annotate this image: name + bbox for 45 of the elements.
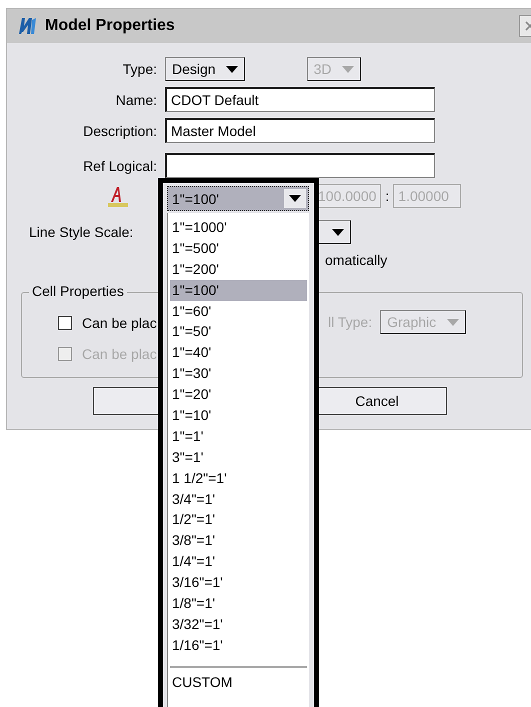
- list-item[interactable]: 1"=500': [170, 238, 307, 259]
- ref-logical-field[interactable]: [165, 153, 435, 178]
- group-title: Cell Properties: [29, 283, 127, 299]
- list-item[interactable]: 1"=60': [170, 300, 307, 322]
- checkbox-label: Can be plac: [82, 315, 157, 331]
- list-item[interactable]: 3"=1': [170, 446, 307, 468]
- list-item[interactable]: 1"=200': [170, 258, 307, 280]
- list-item[interactable]: 1/2"=1': [170, 509, 307, 530]
- list-item[interactable]: 1"=1': [170, 426, 307, 447]
- list-item[interactable]: 1"=100': [170, 280, 307, 301]
- description-field[interactable]: Master Model: [165, 118, 435, 143]
- field-label: Name:: [114, 92, 157, 108]
- caret-icon: [332, 228, 344, 236]
- list-item[interactable]: 1"=1000': [170, 217, 307, 238]
- app-logo-icon: [17, 17, 37, 35]
- field-label: Line Style Scale:: [28, 224, 134, 240]
- field-label: Ref Logical:: [82, 158, 157, 174]
- list-item[interactable]: 1/16"=1': [170, 634, 307, 656]
- list-item[interactable]: 3/16"=1': [170, 572, 307, 594]
- type-dropdown[interactable]: Design: [165, 57, 245, 81]
- list-item[interactable]: 1 1/2"=1': [170, 468, 307, 489]
- caret-icon: [342, 66, 354, 72]
- ratio-separator: :: [385, 188, 390, 204]
- checkbox[interactable]: [58, 316, 72, 330]
- scale-dropdown[interactable]: 1"=100': [167, 186, 309, 211]
- annotation-scale-icon: [107, 185, 129, 207]
- field-label: Description:: [82, 122, 157, 138]
- checkbox-label: omatically: [324, 252, 388, 268]
- caret-icon: [447, 318, 460, 326]
- list-item[interactable]: 1"=40': [170, 342, 307, 364]
- field-label: Type:: [122, 61, 157, 77]
- caret-icon: [289, 195, 301, 202]
- list-item[interactable]: 1"=50': [170, 321, 307, 342]
- window-title: Model Properties: [45, 17, 175, 35]
- list-item[interactable]: CUSTOM: [170, 672, 307, 693]
- list-item[interactable]: 1"=30': [170, 363, 307, 384]
- list-item[interactable]: 1/4"=1': [170, 551, 307, 572]
- list-item[interactable]: 3/32"=1': [170, 614, 307, 635]
- list-item[interactable]: 1/8"=1': [170, 593, 307, 614]
- checkbox-label: Can be plac: [82, 346, 157, 362]
- list-item[interactable]: 3/4"=1': [170, 488, 307, 510]
- list-item[interactable]: 3/8"=1': [170, 530, 307, 552]
- field-label: ll Type:: [328, 314, 372, 330]
- caret-icon: [226, 66, 238, 72]
- name-field[interactable]: CDOT Default: [165, 87, 435, 112]
